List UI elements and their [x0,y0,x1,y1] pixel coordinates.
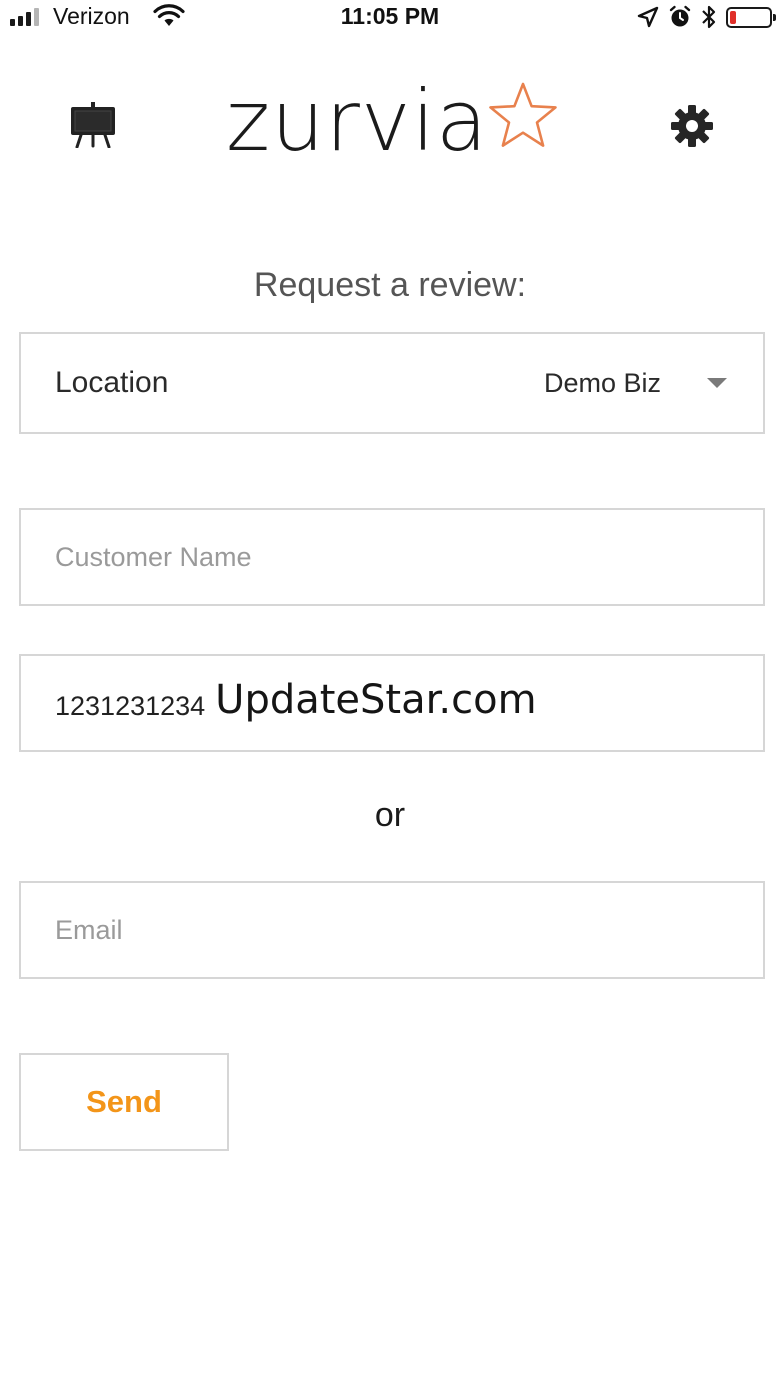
phone-value: 1231231234 [55,690,206,721]
presentation-easel-icon [71,102,115,148]
page-title: Request a review: [253,266,527,304]
battery-level-fill [730,10,736,24]
customer-name-input[interactable] [55,510,735,604]
location-label: Location [55,366,169,399]
location-arrow-icon [637,6,659,28]
gear-icon [671,105,713,147]
phone-field[interactable]: 1231231234 UpdateStar.com [19,654,765,752]
customer-name-field [19,508,765,606]
watermark-text: UpdateStar.com [215,677,537,723]
settings-button[interactable] [664,98,720,154]
location-selected-value: Demo Biz [543,368,661,398]
chevron-down-icon[interactable] [707,378,727,388]
bluetooth-icon [702,5,716,29]
email-field [19,881,765,979]
logo-text: zurvia [226,72,489,170]
app-header: zurvia [0,60,780,180]
email-input[interactable] [55,883,735,977]
send-button[interactable]: Send [19,1053,229,1151]
alarm-icon [669,5,691,27]
star-icon [489,82,558,147]
presentation-button[interactable] [64,98,122,152]
zurvia-logo: zurvia [226,66,560,176]
location-select[interactable]: Location Demo Biz [19,332,765,434]
or-divider: or [374,796,406,834]
battery-icon [726,6,776,28]
status-bar: Verizon 11:05 PM [0,0,780,34]
phone-input[interactable]: 1231231234 UpdateStar.com [55,656,537,750]
